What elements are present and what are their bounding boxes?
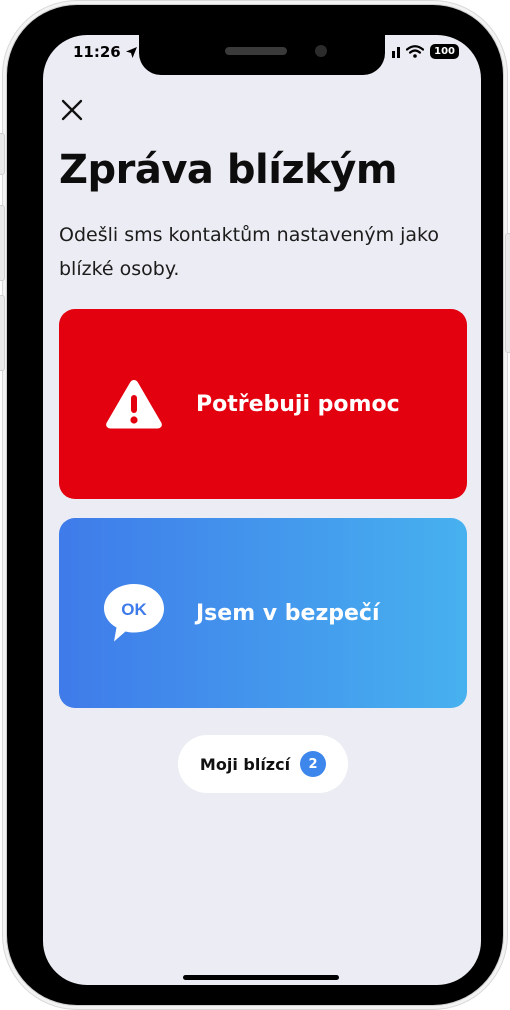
notch <box>139 35 385 75</box>
status-icons: 100 <box>392 44 459 59</box>
im-safe-label: Jsem v bezpečí <box>196 600 380 626</box>
page-title: Zpráva blízkým <box>59 147 398 193</box>
volume-down-button <box>0 295 5 371</box>
wifi-icon <box>406 45 425 58</box>
volume-up-button <box>0 205 5 281</box>
status-time: 11:26 <box>73 43 138 61</box>
page-subtitle: Odešli sms kontaktům nastaveným jako blí… <box>59 224 439 280</box>
ok-chat-bubble-icon: OK <box>104 584 164 642</box>
mute-switch <box>0 133 5 175</box>
battery-icon: 100 <box>430 44 459 59</box>
screen: 11:26 100 Zpráva blízkým Odešli sms kont… <box>43 35 481 985</box>
my-contacts-button[interactable]: Moji blízcí 2 <box>178 735 348 793</box>
phone-frame: 11:26 100 Zpráva blízkým Odešli sms kont… <box>0 5 510 1005</box>
my-contacts-label: Moji blízcí <box>199 754 291 774</box>
power-button <box>505 233 510 353</box>
front-camera <box>315 45 327 57</box>
signal-icon <box>392 46 401 58</box>
warning-triangle-icon <box>106 380 162 429</box>
im-safe-button[interactable]: OK Jsem v bezpečí <box>59 518 467 708</box>
close-icon[interactable] <box>59 97 85 123</box>
status-time-text: 11:26 <box>73 43 121 61</box>
speaker-grille <box>225 47 287 55</box>
ok-icon-text: OK <box>121 600 147 619</box>
contacts-count-badge: 2 <box>300 751 327 777</box>
home-indicator[interactable] <box>183 975 339 980</box>
need-help-button[interactable]: Potřebuji pomoc <box>59 309 467 499</box>
need-help-label: Potřebuji pomoc <box>196 391 400 417</box>
location-arrow-icon <box>125 46 137 58</box>
